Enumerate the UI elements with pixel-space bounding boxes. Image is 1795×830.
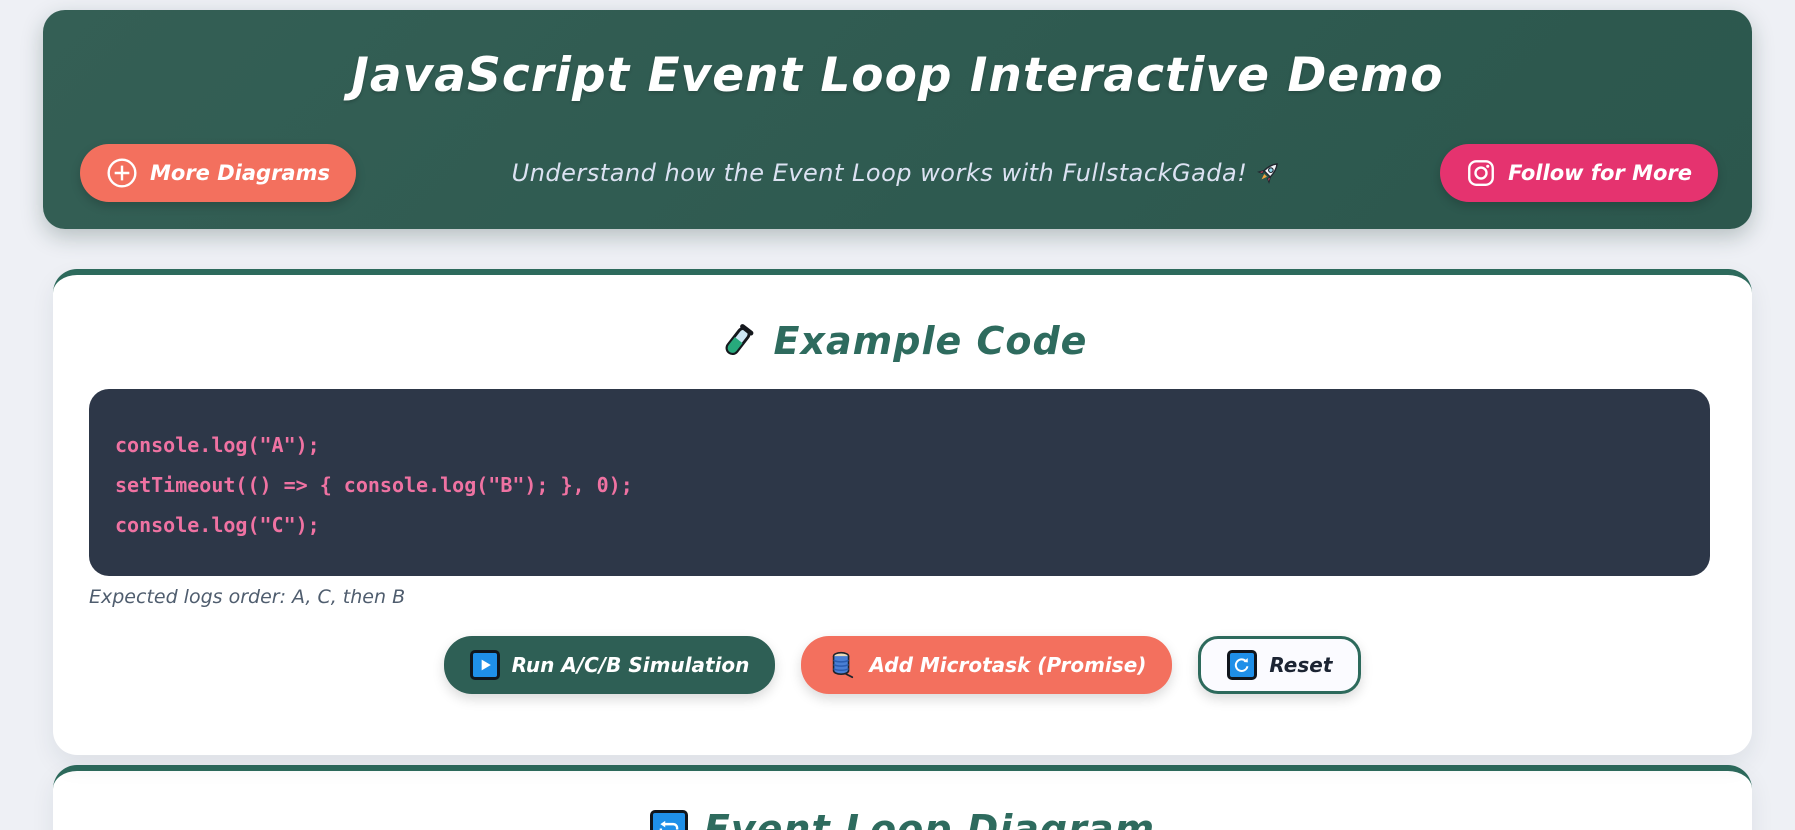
header-row: More Diagrams Understand how the Event L… — [43, 140, 1752, 206]
code-block: console.log("A"); setTimeout(() => { con… — [89, 389, 1710, 576]
subtitle-text: Understand how the Event Loop works with… — [511, 159, 1248, 187]
header-banner: JavaScript Event Loop Interactive Demo M… — [43, 10, 1752, 229]
event-loop-diagram-heading: Event Loop Diagram — [53, 771, 1752, 830]
run-simulation-label: Run A/C/B Simulation — [511, 653, 750, 677]
example-code-card: Example Code console.log("A"); setTimeou… — [53, 269, 1752, 755]
play-button-icon — [469, 650, 500, 680]
event-loop-diagram-card: Event Loop Diagram — [53, 765, 1752, 830]
instagram-icon — [1466, 158, 1496, 188]
action-buttons-row: Run A/C/B Simulation Add Microtask (Prom… — [53, 636, 1752, 694]
code-line: console.log("C"); — [115, 513, 320, 537]
reset-label: Reset — [1269, 653, 1333, 677]
run-simulation-button[interactable]: Run A/C/B Simulation — [443, 636, 776, 694]
example-code-heading: Example Code — [53, 275, 1752, 363]
follow-for-more-button[interactable]: Follow for More — [1440, 144, 1718, 202]
test-tube-icon — [718, 321, 758, 361]
add-microtask-label: Add Microtask (Promise) — [869, 653, 1147, 677]
repeat-icon — [649, 810, 688, 830]
reset-button[interactable]: Reset — [1198, 636, 1362, 694]
rocket-icon — [1255, 158, 1283, 186]
follow-for-more-label: Follow for More — [1508, 161, 1692, 185]
thread-icon — [827, 650, 857, 680]
expected-logs-note: Expected logs order: A, C, then B — [89, 586, 406, 608]
add-microtask-button[interactable]: Add Microtask (Promise) — [801, 636, 1173, 694]
page-title: JavaScript Event Loop Interactive Demo — [351, 48, 1444, 103]
reset-icon — [1227, 650, 1258, 680]
event-loop-diagram-heading-label: Event Loop Diagram — [703, 807, 1156, 830]
code-line: console.log("A"); — [115, 433, 320, 457]
code-line: setTimeout(() => { console.log("B"); }, … — [115, 473, 633, 497]
example-code-heading-label: Example Code — [773, 319, 1088, 363]
